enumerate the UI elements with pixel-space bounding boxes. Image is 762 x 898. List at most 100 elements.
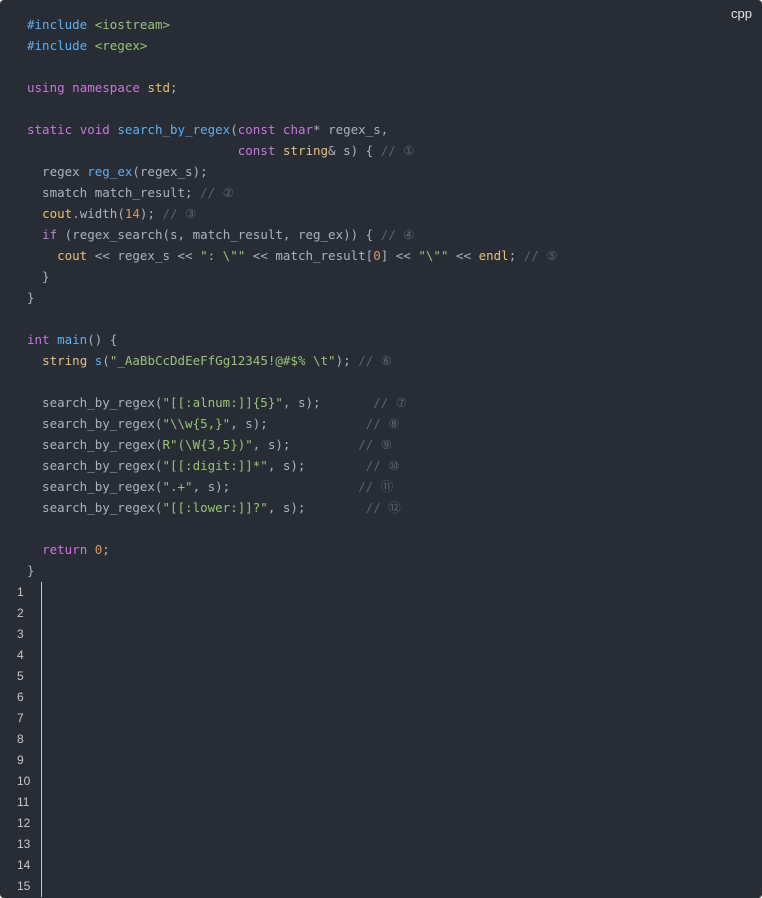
code-line: if (regex_search(s, match_result, reg_ex… [27, 224, 558, 245]
code-token: ; [170, 80, 178, 95]
code-token: // ⑧ [365, 416, 400, 431]
code-token: namespace [72, 80, 140, 95]
code-token: const [237, 143, 276, 158]
code-line: } [27, 266, 558, 287]
line-number: 10 [17, 774, 31, 788]
code-line: #include <regex> [27, 35, 558, 56]
line-number: 4 [17, 648, 24, 662]
code-token: reg_ex [87, 164, 133, 179]
line-number: 1 [17, 585, 24, 599]
line-number: 9 [17, 753, 24, 767]
code-token: 14 [124, 206, 140, 221]
code-line: regex reg_ex(regex_s); [27, 161, 558, 182]
code-token: search_by_regex( [27, 395, 163, 410]
code-line: search_by_regex(".+", s); // ⑪ [27, 476, 558, 497]
code-token: regex [27, 164, 88, 179]
line-number: 13 [17, 837, 31, 851]
code-token: "[[:digit:]]*" [162, 458, 268, 473]
code-token: // ⑨ [358, 437, 392, 452]
code-line: ​ [27, 518, 558, 539]
code-token: static [27, 122, 73, 137]
code-token: "_AaBbCcDdEeFfGg12345!@#$% \t" [109, 353, 336, 368]
code-token: ( [102, 353, 110, 368]
code-token: , s); [252, 437, 359, 452]
code-token: search_by_regex( [27, 500, 163, 515]
code-token: R"(\W{3,5})" [162, 437, 253, 452]
code-token: // ⑥ [358, 353, 392, 368]
code-token: std [147, 80, 171, 95]
line-number: 15 [17, 879, 31, 893]
code-token: void [79, 122, 110, 137]
code-token: search_by_regex( [27, 479, 163, 494]
line-number: 12 [17, 816, 31, 830]
code-line: ​ [27, 56, 558, 77]
code-token: } [27, 269, 50, 284]
code-token: string [42, 353, 88, 368]
code-token: ": \"" [200, 248, 246, 263]
code-token: ); [335, 353, 359, 368]
code-content[interactable]: #include <iostream>#include <regex>​usin… [27, 14, 558, 581]
code-line: smatch match_result; // ② [27, 182, 558, 203]
code-token: "\\w{5,}" [162, 416, 231, 431]
code-line: using namespace std; [27, 77, 558, 98]
code-line: const string& s) { // ① [27, 140, 558, 161]
code-token: << [448, 248, 479, 263]
code-token: } [27, 563, 35, 578]
code-line: } [27, 560, 558, 581]
code-token: smatch match_result; [27, 185, 201, 200]
code-token: #include [27, 38, 95, 53]
code-token: (regex_s); [132, 164, 208, 179]
code-token: cout [42, 206, 73, 221]
line-number: 5 [17, 669, 24, 683]
code-token: << match_result[ [245, 248, 374, 263]
code-token: ; [102, 542, 110, 557]
code-line: search_by_regex("\\w{5,}", s); // ⑧ [27, 413, 558, 434]
code-token: , s); [282, 395, 374, 410]
code-token: 0 [373, 248, 381, 263]
code-token: // ③ [162, 206, 197, 221]
code-line: search_by_regex("[[:digit:]]*", s); // ⑩ [27, 455, 558, 476]
language-label: cpp [731, 6, 752, 21]
code-token: main [57, 332, 88, 347]
code-line: cout << regex_s << ": \"" << match_resul… [27, 245, 557, 266]
code-token: // ④ [380, 227, 415, 242]
code-token: const [237, 122, 276, 137]
code-token: "\"" [418, 248, 449, 263]
code-token: * regex_s, [313, 122, 389, 137]
code-line: ​ [27, 371, 558, 392]
line-number: 6 [17, 690, 24, 704]
code-line: } [27, 287, 558, 308]
code-token: cout [57, 248, 88, 263]
code-token: "[[:lower:]]?" [162, 500, 268, 515]
code-token: <regex> [94, 38, 148, 53]
code-token: } [27, 290, 35, 305]
code-token: // ⑪ [358, 479, 394, 494]
code-token: "[[:alnum:]]{5}" [162, 395, 283, 410]
code-token: // ⑦ [373, 395, 407, 410]
code-token: & s) { [328, 143, 381, 158]
code-token: // ⑩ [365, 458, 400, 473]
code-token: , s); [267, 500, 366, 515]
code-token: ( [230, 122, 238, 137]
line-number: 8 [17, 732, 24, 746]
code-line: ​ [27, 308, 558, 329]
code-token: using [27, 80, 65, 95]
code-token: // ② [200, 185, 234, 200]
code-token: <iostream> [94, 17, 170, 32]
code-line: static void search_by_regex(const char* … [27, 119, 558, 140]
code-line: string s("_AaBbCcDdEeFfGg12345!@#$% \t")… [27, 350, 558, 371]
code-token: endl [478, 248, 509, 263]
code-token: #include [27, 17, 95, 32]
code-token: int [27, 332, 50, 347]
line-number: 11 [17, 795, 30, 809]
code-line: ​ [27, 98, 558, 119]
code-token: if [42, 227, 58, 242]
